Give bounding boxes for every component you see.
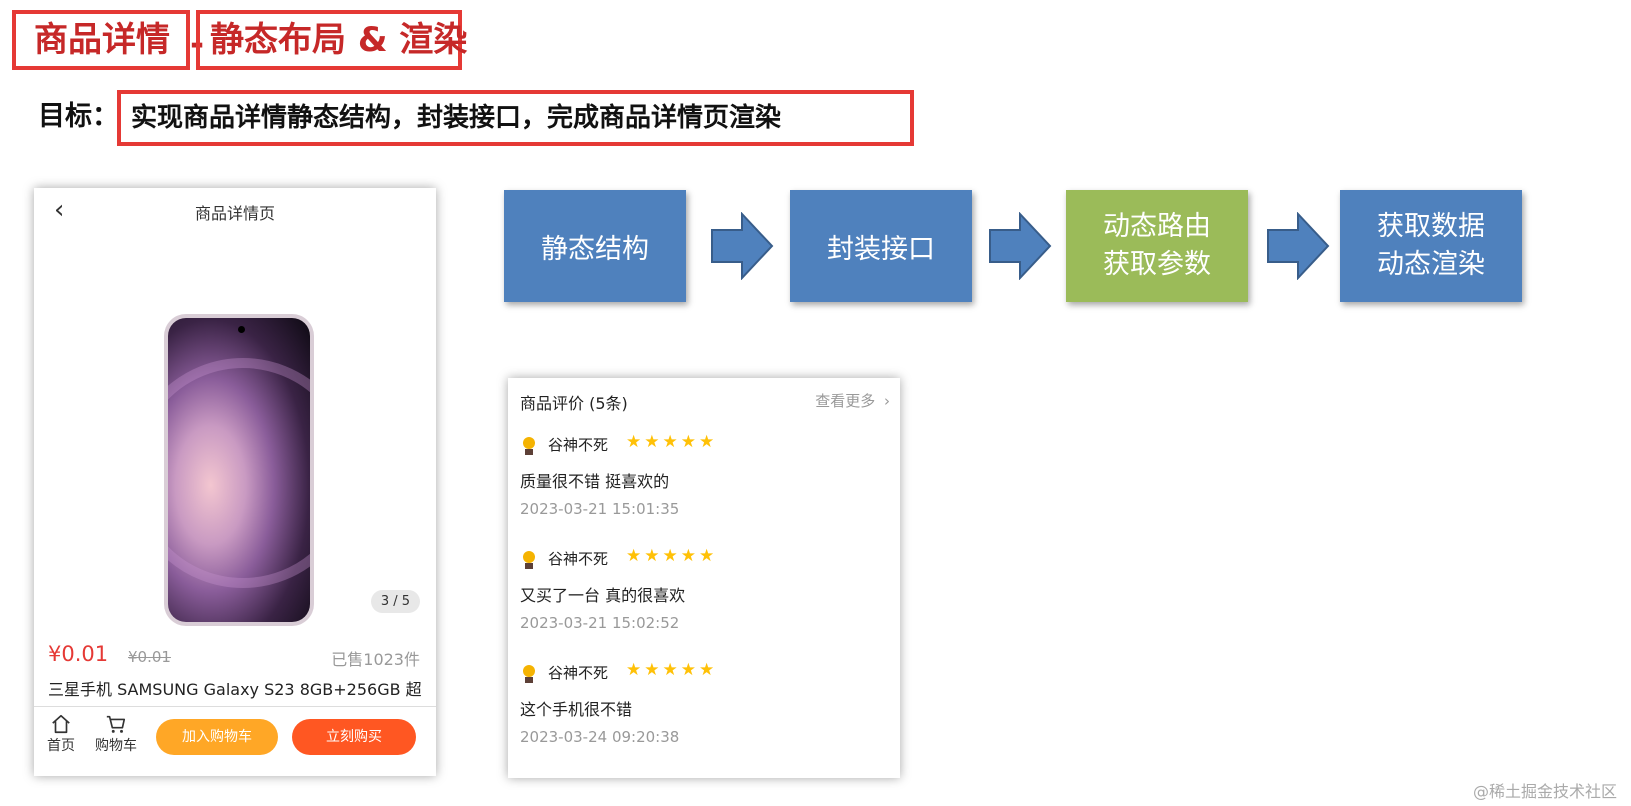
reviews-card: 商品评价 (5条) 查看更多 › 谷神不死 ★★★★★ 质量很不错 挺喜欢的 2… (508, 378, 900, 778)
star-rating: ★★★★★ (626, 432, 718, 452)
flow-step-1: 静态结构 (504, 190, 686, 302)
title-box-1: 商品详情 (12, 10, 190, 70)
flow-step-2-text: 封装接口 (827, 233, 935, 265)
flow-step-3-line1: 动态路由 (1103, 211, 1211, 242)
goal-text: 实现商品详情静态结构，封装接口，完成商品详情页渲染 (131, 103, 782, 133)
flow-step-3-line2: 获取参数 (1103, 249, 1211, 280)
title-part-1: 商品详情 (34, 20, 170, 60)
star-rating: ★★★★★ (626, 660, 718, 680)
flow-step-4-line1: 获取数据 (1377, 211, 1485, 242)
view-more-label: 查看更多 (815, 392, 876, 410)
review-user: 谷神不死 (548, 664, 609, 682)
sold-count: 已售1023件 (331, 650, 420, 669)
add-to-cart-label: 加入购物车 (182, 729, 252, 745)
review-user: 谷神不死 (548, 436, 609, 454)
flow-step-3: 动态路由 获取参数 (1066, 190, 1248, 302)
nav-home-label: 首页 (47, 738, 75, 754)
product-image (164, 314, 314, 626)
buy-now-button[interactable]: 立刻购买 (292, 719, 416, 755)
nav-cart[interactable]: 购物车 (92, 713, 140, 755)
product-name: 三星手机 SAMSUNG Galaxy S23 8GB+256GB 超 (48, 680, 422, 699)
watermark: @稀土掘金技术社区 (1472, 782, 1617, 801)
review-item: 谷神不死 ★★★★★ 这个手机很不错 2023-03-24 09:20:38 (520, 660, 890, 772)
title-box-2: 静态布局 & 渲染 (196, 10, 467, 70)
flow-step-4: 获取数据 动态渲染 (1340, 190, 1522, 302)
user-avatar-icon (523, 551, 535, 569)
user-avatar-icon (523, 437, 535, 455)
flow-arrow-1 (711, 212, 774, 280)
product-gallery[interactable]: 3 / 5 (34, 234, 436, 634)
phone-page-title: 商品详情页 (194, 204, 275, 223)
star-rating: ★★★★★ (626, 546, 718, 566)
goal-box: 实现商品详情静态结构，封装接口，完成商品详情页渲染 (117, 90, 914, 146)
review-item: 谷神不死 ★★★★★ 又买了一台 真的很喜欢 2023-03-21 15:02:… (520, 546, 890, 658)
nav-home[interactable]: 首页 (44, 713, 78, 755)
flow-step-1-text: 静态结构 (541, 233, 649, 265)
chevron-right-icon: › (884, 392, 890, 410)
flow-step-2: 封装接口 (790, 190, 972, 302)
flow-arrow-3 (1267, 212, 1330, 280)
old-price: ¥0.01 (128, 648, 171, 666)
flow-arrow-2 (989, 212, 1052, 280)
buy-now-label: 立刻购买 (326, 729, 382, 745)
review-content: 这个手机很不错 (520, 700, 633, 719)
home-icon (52, 714, 70, 734)
review-item: 谷神不死 ★★★★★ 质量很不错 挺喜欢的 2023-03-21 15:01:3… (520, 432, 890, 544)
page-indicator: 3 / 5 (370, 590, 420, 613)
review-user: 谷神不死 (548, 550, 609, 568)
price-row: ¥0.01 ¥0.01 已售1023件 (48, 642, 420, 672)
price: ¥0.01 (48, 642, 109, 666)
title-part-2: 静态布局 & 渲染 (210, 20, 468, 60)
add-to-cart-button[interactable]: 加入购物车 (156, 719, 278, 755)
phone-mockup: ‹ 商品详情页 3 / 5 ¥0.01 ¥0.01 已售1023件 三星手机 S… (34, 188, 436, 776)
view-more-link[interactable]: 查看更多 › (815, 390, 890, 411)
reviews-header: 商品评价 (5条) (520, 394, 628, 413)
user-avatar-icon (523, 665, 535, 683)
bottom-action-bar: 首页 购物车 加入购物车 立刻购买 (34, 706, 436, 776)
cart-icon (106, 715, 126, 733)
nav-cart-label: 购物车 (95, 738, 137, 754)
phone-header: ‹ 商品详情页 (34, 188, 436, 234)
review-content: 又买了一台 真的很喜欢 (520, 586, 686, 605)
review-time: 2023-03-24 09:20:38 (520, 728, 680, 746)
review-time: 2023-03-21 15:02:52 (520, 614, 680, 632)
review-time: 2023-03-21 15:01:35 (520, 500, 680, 518)
review-content: 质量很不错 挺喜欢的 (520, 472, 670, 491)
flow-step-4-line2: 动态渲染 (1377, 249, 1485, 280)
goal-label: 目标： (38, 101, 119, 132)
